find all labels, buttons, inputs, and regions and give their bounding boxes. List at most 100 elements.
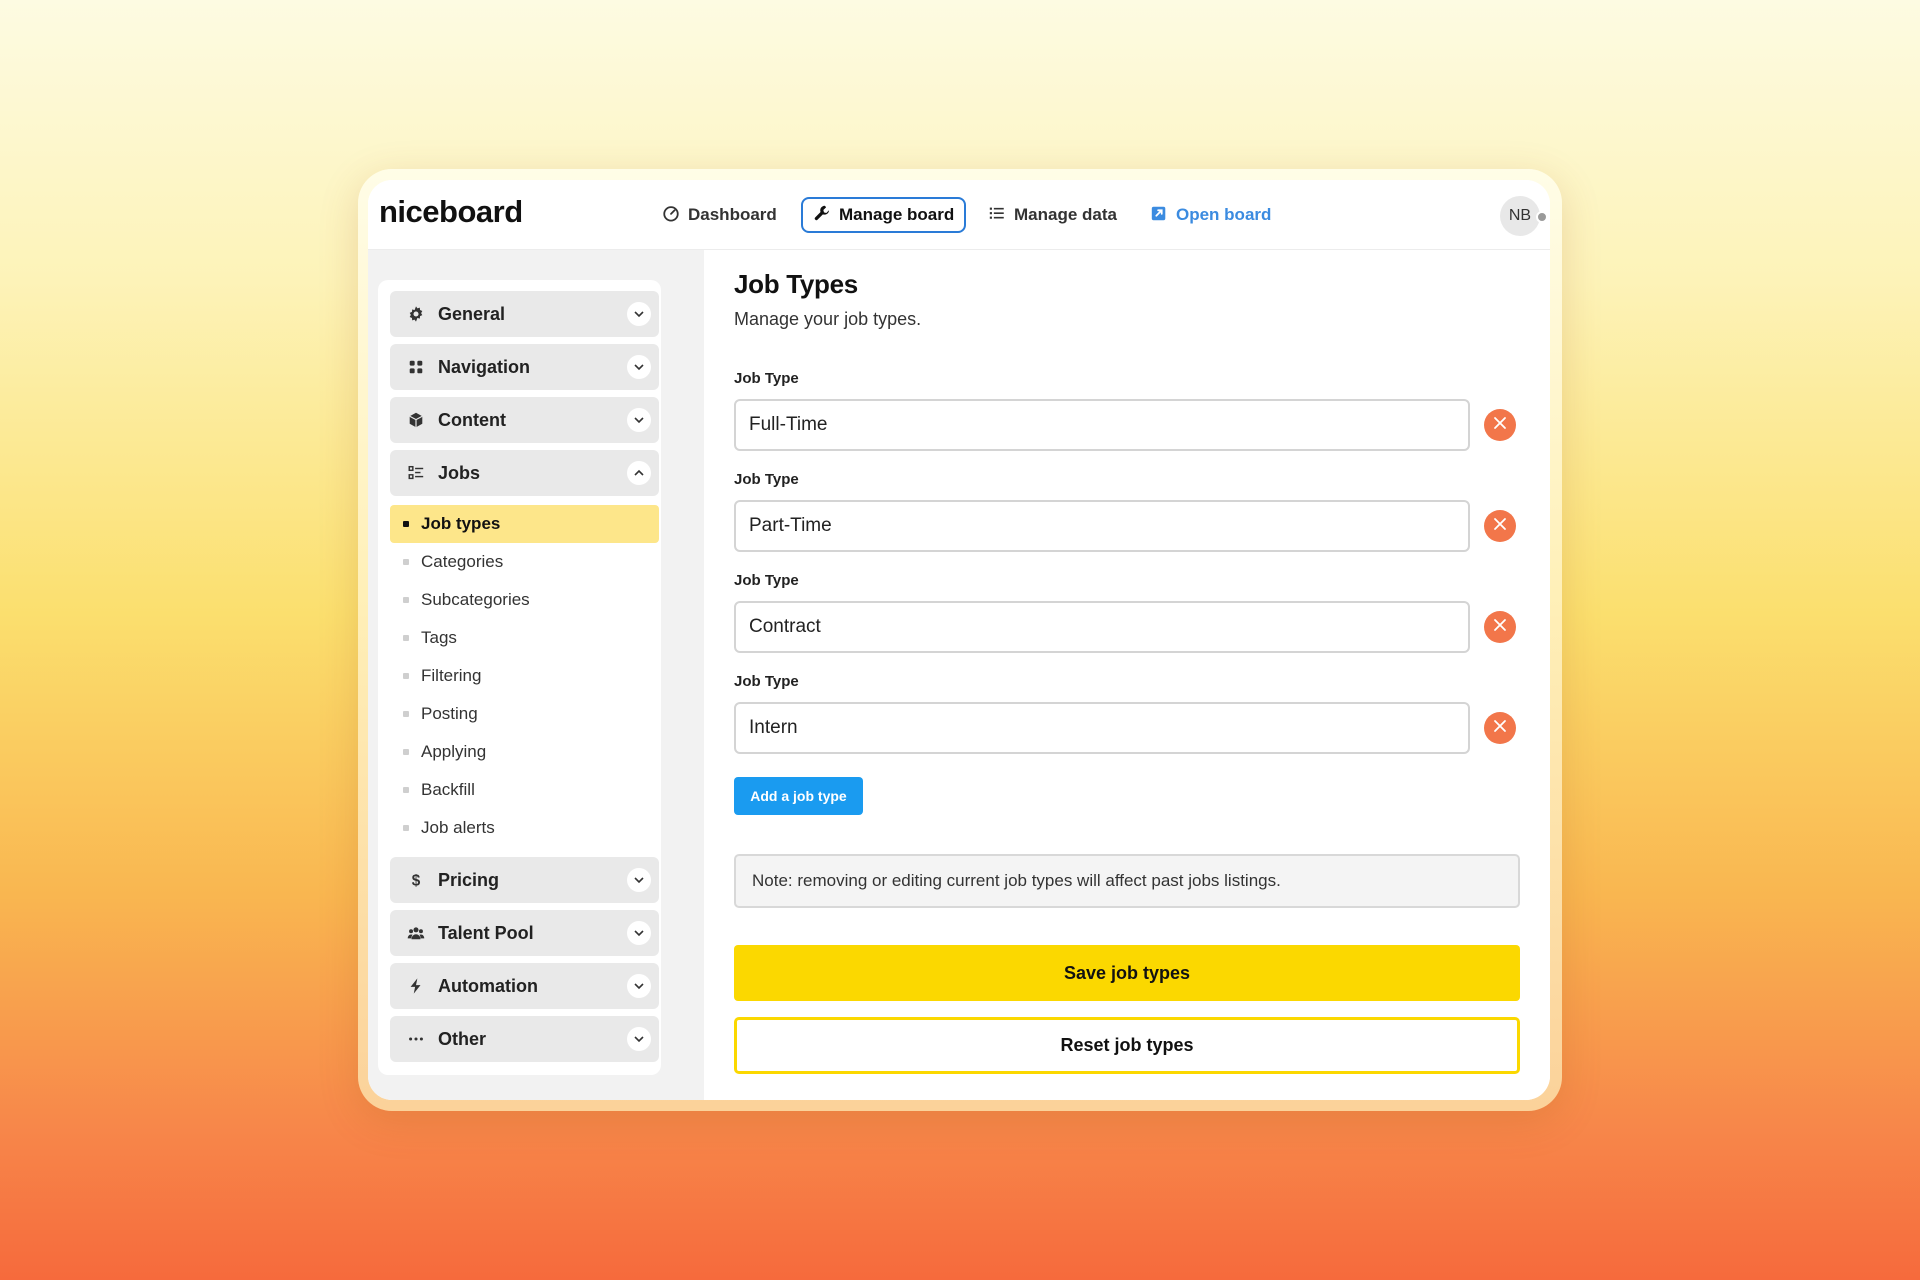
- page-title: Job Types: [734, 269, 858, 299]
- field-label: Job Type: [734, 673, 799, 690]
- remove-job-type-button-1[interactable]: [1484, 409, 1516, 441]
- users-icon: [406, 923, 426, 943]
- bolt-icon: [406, 976, 426, 996]
- bullet-icon: [403, 559, 409, 565]
- cube-icon: [406, 410, 426, 430]
- sidebar-item-posting[interactable]: Posting: [390, 695, 659, 733]
- nav-label: Dashboard: [688, 205, 777, 224]
- bullet-icon: [403, 597, 409, 603]
- sidebar-section-content[interactable]: Content: [390, 397, 659, 443]
- chevron-up-icon[interactable]: [627, 461, 651, 485]
- bullet-icon: [403, 673, 409, 679]
- main-content: Job Types Manage your job types. Job Typ…: [704, 250, 1550, 1100]
- nav-label: Manage board: [839, 205, 955, 224]
- logo[interactable]: niceboard: [379, 194, 523, 230]
- sidebar-item-label: Job alerts: [421, 818, 495, 837]
- sidebar-item-label: Job types: [421, 514, 501, 533]
- reset-job-types-button[interactable]: Reset job types: [734, 1017, 1520, 1074]
- save-job-types-button[interactable]: Save job types: [734, 945, 1520, 1001]
- add-job-type-button[interactable]: Add a job type: [734, 777, 863, 815]
- field-label: Job Type: [734, 572, 799, 589]
- sidebar-item-label: Applying: [421, 742, 487, 761]
- sidebar-section-general[interactable]: General: [390, 291, 659, 337]
- job-type-input-1[interactable]: [734, 399, 1470, 451]
- sidebar-section-jobs[interactable]: Jobs: [390, 450, 659, 496]
- checklist-icon: [406, 463, 426, 483]
- section-label: Content: [438, 409, 506, 430]
- sidebar-section-automation[interactable]: Automation: [390, 963, 659, 1009]
- sidebar-item-backfill[interactable]: Backfill: [390, 771, 659, 809]
- close-icon: [1492, 617, 1508, 638]
- sidebar-section-other[interactable]: Other: [390, 1016, 659, 1062]
- avatar-initials: NB: [1508, 207, 1532, 224]
- chevron-down-icon[interactable]: [627, 408, 651, 432]
- chevron-down-icon[interactable]: [627, 974, 651, 998]
- sidebar-section-pricing[interactable]: $ Pricing: [390, 857, 659, 903]
- close-icon: [1492, 718, 1508, 739]
- nav-open-board[interactable]: Open board: [1140, 197, 1281, 233]
- sidebar-item-label: Subcategories: [421, 590, 530, 609]
- nav-label: Manage data: [1014, 205, 1117, 224]
- sidebar-item-label: Posting: [421, 704, 478, 723]
- avatar[interactable]: NB: [1500, 196, 1540, 236]
- app-window: niceboard Dashboard Manage board Manage …: [368, 180, 1550, 1100]
- remove-job-type-button-2[interactable]: [1484, 510, 1516, 542]
- job-type-input-2[interactable]: [734, 500, 1470, 552]
- bullet-icon: [403, 787, 409, 793]
- chevron-down-icon[interactable]: [627, 921, 651, 945]
- field-label: Job Type: [734, 471, 799, 488]
- sidebar-item-categories[interactable]: Categories: [390, 543, 659, 581]
- sidebar-item-applying[interactable]: Applying: [390, 733, 659, 771]
- avatar-status-dot: [1536, 211, 1548, 223]
- nav-dashboard[interactable]: Dashboard: [652, 197, 787, 233]
- sidebar-item-job-types[interactable]: Job types: [390, 505, 659, 543]
- sidebar-section-talent-pool[interactable]: Talent Pool: [390, 910, 659, 956]
- section-label: Jobs: [438, 462, 481, 483]
- svg-text:$: $: [412, 872, 421, 889]
- section-label: Pricing: [438, 869, 500, 890]
- sidebar-item-tags[interactable]: Tags: [390, 619, 659, 657]
- sidebar-item-subcategories[interactable]: Subcategories: [390, 581, 659, 619]
- close-icon: [1492, 415, 1508, 436]
- sidebar-item-job-alerts[interactable]: Job alerts: [390, 809, 659, 847]
- list-icon: [988, 204, 1006, 227]
- section-label: General: [438, 303, 506, 324]
- sidebar-item-label: Filtering: [421, 666, 482, 685]
- gauge-icon: [662, 204, 680, 227]
- section-label: Navigation: [438, 356, 531, 377]
- sidebar-item-filtering[interactable]: Filtering: [390, 657, 659, 695]
- bullet-icon: [403, 825, 409, 831]
- page-subtitle: Manage your job types.: [734, 309, 922, 329]
- chevron-down-icon[interactable]: [627, 302, 651, 326]
- section-label: Other: [438, 1028, 487, 1049]
- gear-icon: [406, 304, 426, 324]
- chevron-down-icon[interactable]: [627, 868, 651, 892]
- sidebar-item-label: Categories: [421, 552, 504, 571]
- dollar-icon: $: [406, 870, 426, 890]
- nav-manage-board[interactable]: Manage board: [801, 197, 967, 233]
- ellipsis-icon: [406, 1029, 426, 1049]
- sidebar-section-navigation[interactable]: Navigation: [390, 344, 659, 390]
- nav-manage-data[interactable]: Manage data: [978, 197, 1127, 233]
- job-type-input-3[interactable]: [734, 601, 1470, 653]
- remove-job-type-button-3[interactable]: [1484, 611, 1516, 643]
- close-icon: [1492, 516, 1508, 537]
- chevron-down-icon[interactable]: [627, 1027, 651, 1051]
- grid-icon: [406, 357, 426, 377]
- bullet-icon: [403, 749, 409, 755]
- top-bar: niceboard Dashboard Manage board Manage …: [368, 180, 1550, 250]
- section-label: Talent Pool: [438, 922, 534, 943]
- external-link-icon: [1150, 204, 1168, 227]
- note-box: Note: removing or editing current job ty…: [734, 854, 1520, 908]
- job-type-input-4[interactable]: [734, 702, 1470, 754]
- remove-job-type-button-4[interactable]: [1484, 712, 1516, 744]
- sidebar-item-label: Backfill: [421, 780, 475, 799]
- note-text: Note: removing or editing current job ty…: [752, 871, 1281, 890]
- nav-label: Open board: [1176, 205, 1272, 224]
- wrench-icon: [813, 204, 831, 227]
- chevron-down-icon[interactable]: [627, 355, 651, 379]
- bullet-icon: [403, 711, 409, 717]
- section-label: Automation: [438, 975, 538, 996]
- bullet-icon: [403, 521, 409, 527]
- bullet-icon: [403, 635, 409, 641]
